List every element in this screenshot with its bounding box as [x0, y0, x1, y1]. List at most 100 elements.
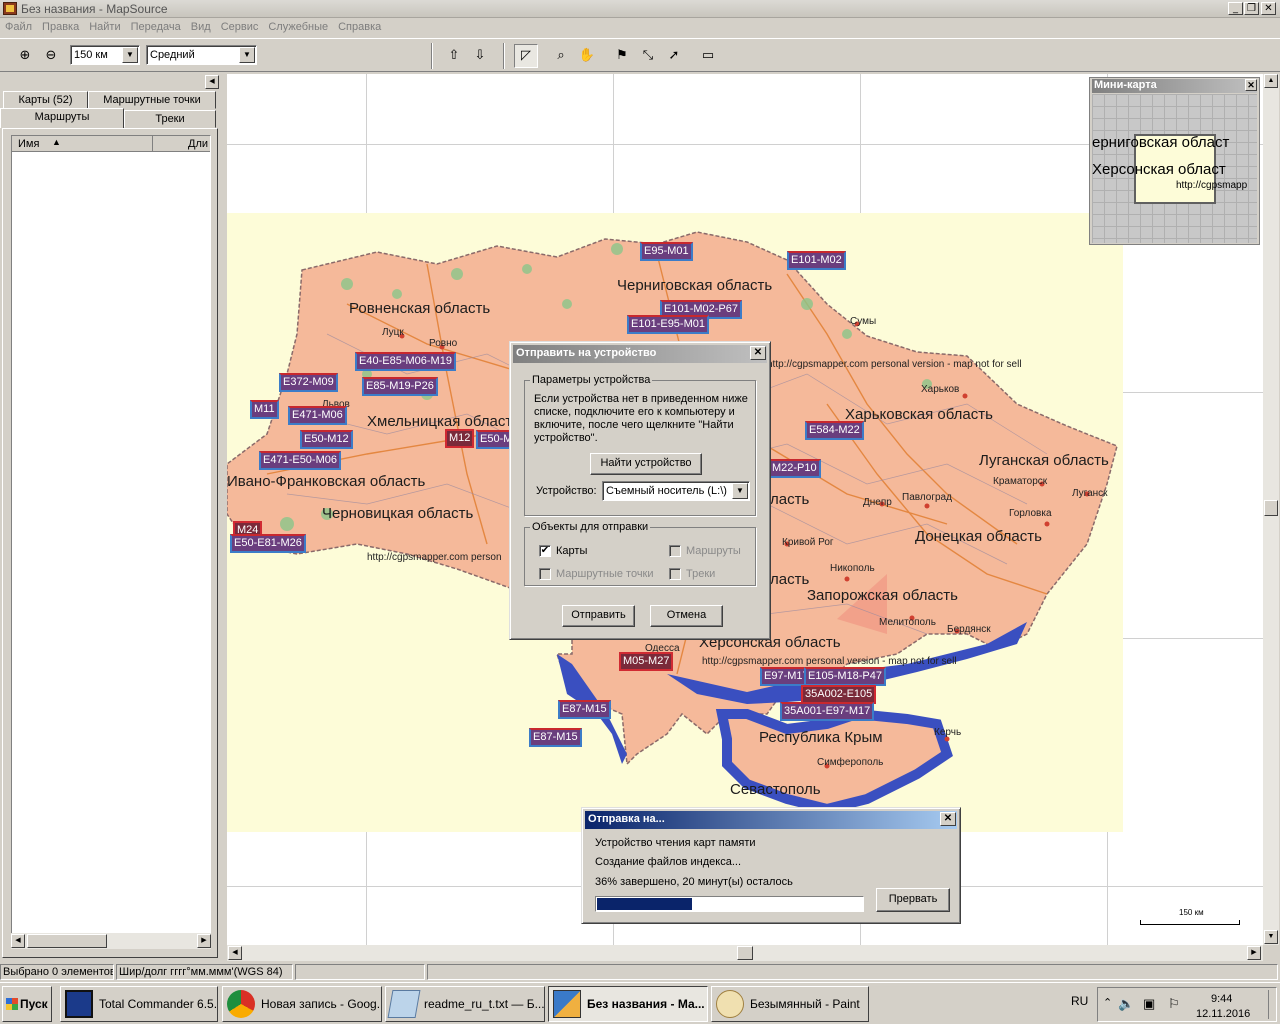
language-indicator[interactable]: RU: [1071, 994, 1088, 1008]
hand-tool-icon[interactable]: ✋: [575, 44, 599, 68]
road-shield[interactable]: E105-M18-P47: [804, 667, 886, 686]
scroll-left-icon[interactable]: ◀: [228, 946, 242, 960]
device-select[interactable]: Съемный носитель (L:\) ▼: [602, 481, 750, 501]
column-length[interactable]: Дли: [188, 138, 208, 150]
abort-button[interactable]: Прервать: [876, 888, 950, 912]
horizontal-scrollbar[interactable]: ◀ ▶: [11, 933, 211, 949]
vertical-scrollbar[interactable]: ▲ ▼: [1263, 74, 1279, 945]
scroll-right-icon[interactable]: ▶: [197, 934, 211, 948]
city-label: Симферополь: [817, 757, 884, 768]
road-shield[interactable]: E471-E50-M06: [259, 451, 341, 470]
start-button[interactable]: Пуск: [2, 986, 52, 1022]
waypoint-flag-icon[interactable]: ⚑: [610, 44, 634, 68]
taskbar-item-notepad[interactable]: readme_ru_t.txt — Б...: [385, 986, 545, 1022]
column-name[interactable]: Имя: [18, 138, 39, 150]
collapse-panel-icon[interactable]: ◀: [205, 75, 219, 89]
routes-list[interactable]: Имя ▲ Дли: [11, 135, 211, 935]
menu-help[interactable]: Справка: [333, 19, 386, 33]
region-label: Ивано-Франковская область: [227, 473, 426, 490]
menu-file[interactable]: Файл: [0, 19, 37, 33]
ruler-tool-icon[interactable]: ▭: [696, 44, 720, 68]
zoom-out-icon[interactable]: ⊖: [39, 44, 63, 68]
road-shield[interactable]: M11: [250, 400, 279, 419]
network-icon[interactable]: ▣: [1143, 996, 1155, 1012]
taskbar-item-totalcmd[interactable]: Total Commander 6.5...: [60, 986, 218, 1022]
waypoints-checkbox[interactable]: [539, 568, 551, 580]
show-desktop-button[interactable]: [1268, 990, 1276, 1019]
taskbar-item-paint[interactable]: Безымянный - Paint: [711, 986, 869, 1022]
find-device-button[interactable]: Найти устройство: [590, 453, 702, 475]
tab-tracks[interactable]: Треки: [124, 110, 216, 128]
clock-date[interactable]: 12.11.2016: [1196, 1008, 1250, 1020]
scroll-right-icon[interactable]: ▶: [1247, 946, 1261, 960]
chevron-down-icon[interactable]: ▼: [122, 47, 138, 63]
minimap-view[interactable]: ерниговская област Херсонская област htt…: [1092, 94, 1257, 243]
menu-find[interactable]: Найти: [84, 19, 125, 33]
chevron-down-icon[interactable]: ▼: [732, 483, 748, 499]
road-shield[interactable]: E101-M02: [787, 251, 846, 270]
tab-routes[interactable]: Маршруты: [0, 108, 124, 128]
road-shield[interactable]: E50-E81-M26: [230, 534, 306, 553]
region-label: ласть: [770, 571, 810, 588]
select-tool-icon[interactable]: ◸: [514, 44, 538, 68]
road-shield[interactable]: 35A001-E97-M17: [780, 702, 875, 721]
menu-service[interactable]: Сервис: [216, 19, 264, 33]
send-button[interactable]: Отправить: [562, 605, 635, 627]
menu-view[interactable]: Вид: [186, 19, 216, 33]
region-label: Ровненская область: [349, 300, 491, 317]
menu-utilities[interactable]: Служебные: [263, 19, 333, 33]
menu-edit[interactable]: Правка: [37, 19, 84, 33]
route-tool-icon[interactable]: ⤡: [636, 44, 660, 68]
volume-icon[interactable]: 🔈: [1118, 996, 1134, 1012]
road-shield[interactable]: E372-M09: [279, 373, 338, 392]
clock-time[interactable]: 9:44: [1211, 993, 1232, 1005]
scroll-left-icon[interactable]: ◀: [11, 934, 25, 948]
minimize-button[interactable]: _: [1228, 2, 1243, 15]
road-shield[interactable]: M05-M27: [619, 652, 674, 671]
status-selected: Выбрано 0 элементов: [0, 964, 114, 980]
send-to-device-icon[interactable]: ⇩: [468, 44, 492, 68]
map-horizontal-scrollbar[interactable]: ◀ ▶: [227, 945, 1263, 961]
cancel-button[interactable]: Отмена: [650, 605, 723, 627]
road-shield[interactable]: E101-E95-M01: [627, 315, 709, 334]
tab-maps[interactable]: Карты (52): [3, 91, 88, 109]
paint-palette-icon: [716, 990, 744, 1018]
road-shield[interactable]: E471-M06: [288, 406, 347, 425]
scroll-up-icon[interactable]: ▲: [1264, 74, 1278, 88]
road-shield[interactable]: E584-M22: [805, 421, 864, 440]
road-shield[interactable]: E40-E85-M06-M19: [355, 352, 456, 371]
taskbar-item-chrome[interactable]: Новая запись - Goog...: [222, 986, 382, 1022]
zoom-in-icon[interactable]: ⊕: [13, 44, 37, 68]
dialog-close-icon[interactable]: ✕: [940, 812, 956, 826]
receive-from-device-icon[interactable]: ⇧: [442, 44, 466, 68]
zoom-tool-icon[interactable]: ⌕: [549, 44, 573, 68]
road-shield[interactable]: E87-M15: [558, 700, 611, 719]
road-shield[interactable]: E50-M12: [300, 430, 353, 449]
routes-checkbox[interactable]: [669, 545, 681, 557]
tracks-checkbox[interactable]: [669, 568, 681, 580]
action-center-flag-icon[interactable]: ⚐: [1168, 996, 1180, 1012]
minimap-close-icon[interactable]: ✕: [1245, 79, 1257, 91]
maps-checkbox[interactable]: ✔: [539, 545, 551, 557]
scale-combo[interactable]: 150 км ▼: [70, 45, 140, 65]
chevron-up-icon[interactable]: ⌃: [1103, 996, 1112, 1009]
road-shield[interactable]: M22-P10: [768, 459, 821, 478]
road-shield[interactable]: E95-M01: [640, 242, 693, 261]
sort-arrow-icon: ▲: [52, 137, 61, 147]
scroll-thumb[interactable]: [737, 946, 753, 960]
close-button[interactable]: ✕: [1261, 2, 1276, 15]
pointer-tool-icon[interactable]: ➚: [662, 44, 686, 68]
scroll-down-icon[interactable]: ▼: [1264, 930, 1278, 944]
taskbar-item-mapsource[interactable]: Без названия - Ма...: [548, 986, 708, 1022]
road-shield[interactable]: M12: [445, 429, 475, 448]
scroll-thumb[interactable]: [27, 934, 107, 948]
chevron-down-icon[interactable]: ▼: [239, 47, 255, 63]
dialog-close-icon[interactable]: ✕: [750, 346, 766, 360]
scroll-thumb[interactable]: [1264, 500, 1278, 516]
restore-button[interactable]: ❐: [1244, 2, 1259, 15]
road-shield[interactable]: E87-M15: [529, 728, 582, 747]
road-shield[interactable]: E85-M19-P26: [362, 377, 438, 396]
menu-transfer[interactable]: Передача: [126, 19, 186, 33]
detail-combo[interactable]: Средний ▼: [146, 45, 257, 65]
tab-waypoints[interactable]: Маршрутные точки: [88, 91, 216, 109]
